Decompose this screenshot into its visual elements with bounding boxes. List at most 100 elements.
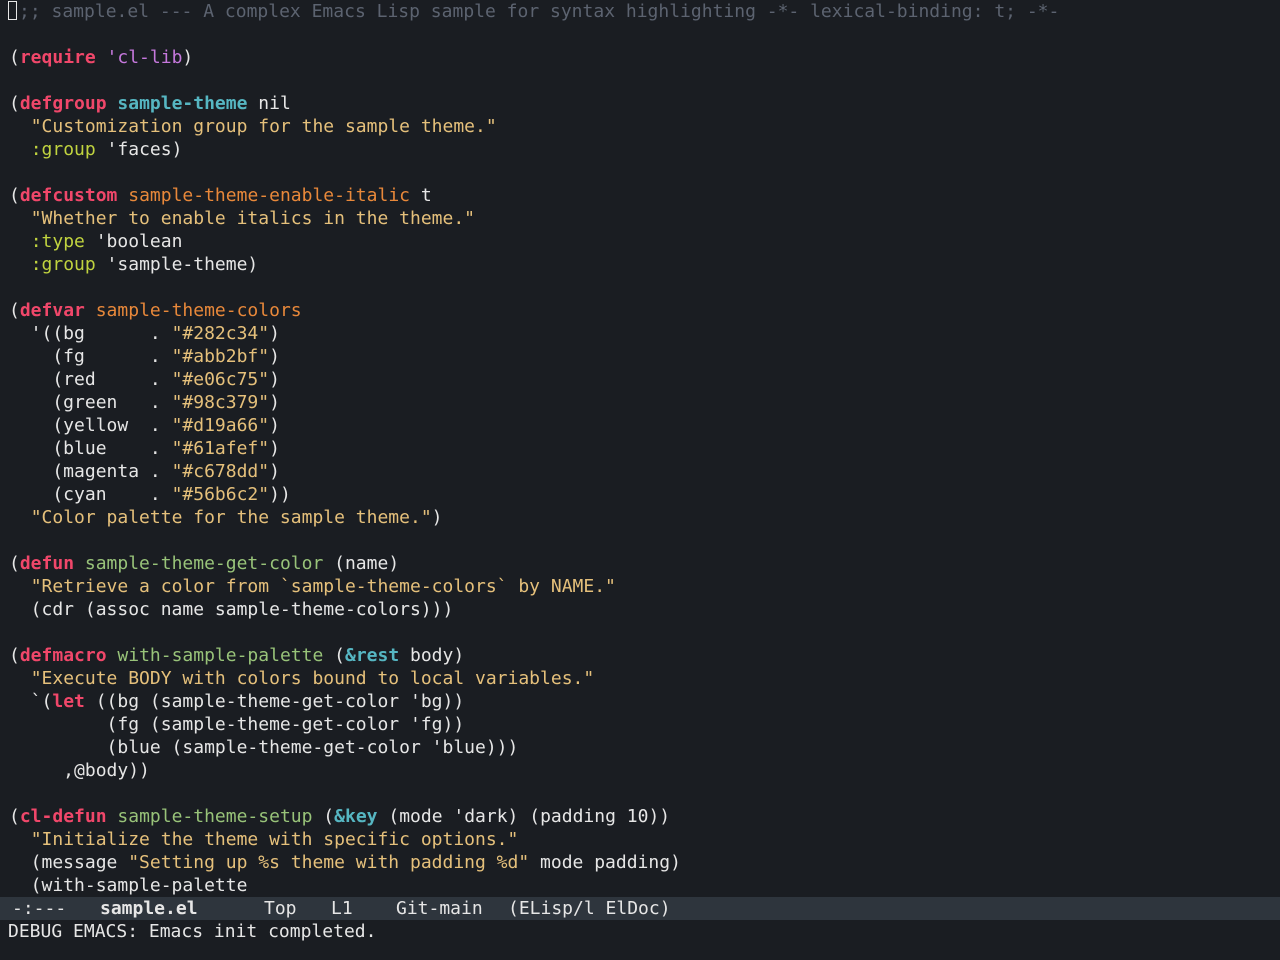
- code-token: cl-defun: [19, 806, 107, 827]
- code-token: "#c678dd": [171, 461, 270, 482]
- mode-line[interactable]: -:--- sample.el Top L1 Git-main (ELisp/l…: [0, 897, 1280, 920]
- code-token: "#e06c75": [171, 369, 270, 390]
- code-line[interactable]: (defun sample-theme-get-color (name): [9, 552, 399, 575]
- code-token: "Initialize the theme with specific opti…: [30, 829, 519, 850]
- code-token: "#d19a66": [171, 415, 270, 436]
- code-token: "Whether to enable italics in the theme.…: [30, 208, 476, 229]
- modeline-major-mode[interactable]: (ELisp/l ElDoc): [508, 897, 671, 920]
- code-line[interactable]: ,@body)): [9, 759, 150, 782]
- code-token: t: [410, 185, 432, 206]
- code-line[interactable]: (defvar sample-theme-colors: [9, 299, 302, 322]
- code-line[interactable]: (red . "#e06c75"): [9, 368, 280, 391]
- code-line[interactable]: (defgroup sample-theme nil: [9, 92, 291, 115]
- code-token: (message: [9, 852, 129, 873]
- code-token: "Color palette for the sample theme.": [30, 507, 432, 528]
- code-line[interactable]: (defcustom sample-theme-enable-italic t: [9, 184, 432, 207]
- code-token: (: [9, 47, 20, 68]
- code-line[interactable]: "Customization group for the sample them…: [9, 115, 497, 138]
- code-line[interactable]: :group 'faces): [9, 138, 183, 161]
- code-line[interactable]: (blue . "#61afef"): [9, 437, 280, 460]
- code-token: ): [431, 507, 443, 528]
- code-line[interactable]: "Retrieve a color from `sample-theme-col…: [9, 575, 616, 598]
- code-token: defvar: [19, 300, 85, 321]
- code-token: '((bg .: [9, 323, 172, 344]
- code-line[interactable]: (cl-defun sample-theme-setup (&key (mode…: [9, 805, 670, 828]
- code-token: "#98c379": [171, 392, 270, 413]
- code-token: (: [9, 553, 20, 574]
- code-token: "#abb2bf": [171, 346, 270, 367]
- code-line[interactable]: (fg (sample-theme-get-color 'fg)): [9, 713, 465, 736]
- code-line[interactable]: (message "Setting up %s theme with paddi…: [9, 851, 681, 874]
- echo-area-message: DEBUG EMACS: Emacs init completed.: [8, 921, 377, 942]
- code-token: )): [269, 484, 291, 505]
- code-line[interactable]: (fg . "#abb2bf"): [9, 345, 280, 368]
- code-token: defun: [19, 553, 75, 574]
- modeline-vc-branch[interactable]: Git-main: [396, 897, 483, 920]
- code-token: sample-theme-enable-italic: [128, 185, 410, 206]
- code-token: with-sample-palette: [117, 645, 324, 666]
- code-token: "Setting up %s theme with padding %d": [128, 852, 530, 873]
- code-token: (fg (sample-theme-get-color 'fg)): [9, 714, 465, 735]
- code-line[interactable]: (green . "#98c379"): [9, 391, 280, 414]
- code-token: body): [399, 645, 465, 666]
- code-line[interactable]: (require 'cl-lib): [9, 46, 193, 69]
- code-line[interactable]: ;; sample.el --- A complex Emacs Lisp sa…: [8, 0, 1059, 23]
- code-line[interactable]: (yellow . "#d19a66"): [9, 414, 280, 437]
- code-token: sample-theme: [117, 93, 248, 114]
- code-token: ((bg (sample-theme-get-color 'bg)): [84, 691, 465, 712]
- code-token: ): [269, 461, 280, 482]
- code-token: sample-theme-colors: [95, 300, 302, 321]
- code-token: (green .: [9, 392, 172, 413]
- code-token: nil: [247, 93, 291, 114]
- code-line[interactable]: (cyan . "#56b6c2")): [9, 483, 291, 506]
- code-line[interactable]: (with-sample-palette: [9, 874, 248, 897]
- code-token: "Execute BODY with colors bound to local…: [30, 668, 595, 689]
- code-token: ,@body)): [9, 760, 150, 781]
- code-token: 'faces): [95, 139, 183, 160]
- code-token: (fg .: [9, 346, 172, 367]
- code-token: (cyan .: [9, 484, 172, 505]
- code-token: :group: [30, 254, 96, 275]
- code-token: "Retrieve a color from `sample-theme-col…: [30, 576, 616, 597]
- code-line[interactable]: "Execute BODY with colors bound to local…: [9, 667, 595, 690]
- modeline-buffer-name[interactable]: sample.el: [100, 897, 198, 920]
- code-token: let: [52, 691, 85, 712]
- code-token: 'sample-theme): [95, 254, 259, 275]
- code-token: &key: [334, 806, 378, 827]
- code-line[interactable]: `(let ((bg (sample-theme-get-color 'bg)): [9, 690, 465, 713]
- code-token: (mode 'dark) (padding 10)): [377, 806, 671, 827]
- code-token: (cdr (assoc name sample-theme-colors))): [9, 599, 454, 620]
- code-line[interactable]: (magenta . "#c678dd"): [9, 460, 280, 483]
- code-token: (: [312, 806, 335, 827]
- code-line[interactable]: "Color palette for the sample theme."): [9, 506, 443, 529]
- code-line[interactable]: "Whether to enable italics in the theme.…: [9, 207, 475, 230]
- modeline-line: L1: [331, 898, 353, 919]
- code-token: :group: [30, 139, 96, 160]
- text-cursor: [8, 1, 17, 20]
- code-line[interactable]: :type 'boolean: [9, 230, 183, 253]
- code-token: ): [269, 415, 280, 436]
- code-token: require: [19, 47, 96, 68]
- modeline-status: -:---: [12, 898, 67, 919]
- code-token: "#61afef": [171, 438, 270, 459]
- code-line[interactable]: (blue (sample-theme-get-color 'blue))): [9, 736, 519, 759]
- code-token: defmacro: [19, 645, 107, 666]
- code-line[interactable]: "Initialize the theme with specific opti…: [9, 828, 519, 851]
- code-line[interactable]: '((bg . "#282c34"): [9, 322, 280, 345]
- editor-buffer[interactable]: ;; sample.el --- A complex Emacs Lisp sa…: [0, 0, 1280, 897]
- code-token: ): [269, 369, 280, 390]
- code-line[interactable]: (defmacro with-sample-palette (&rest bod…: [9, 644, 464, 667]
- code-line[interactable]: (cdr (assoc name sample-theme-colors))): [9, 598, 454, 621]
- code-line[interactable]: :group 'sample-theme): [9, 253, 259, 276]
